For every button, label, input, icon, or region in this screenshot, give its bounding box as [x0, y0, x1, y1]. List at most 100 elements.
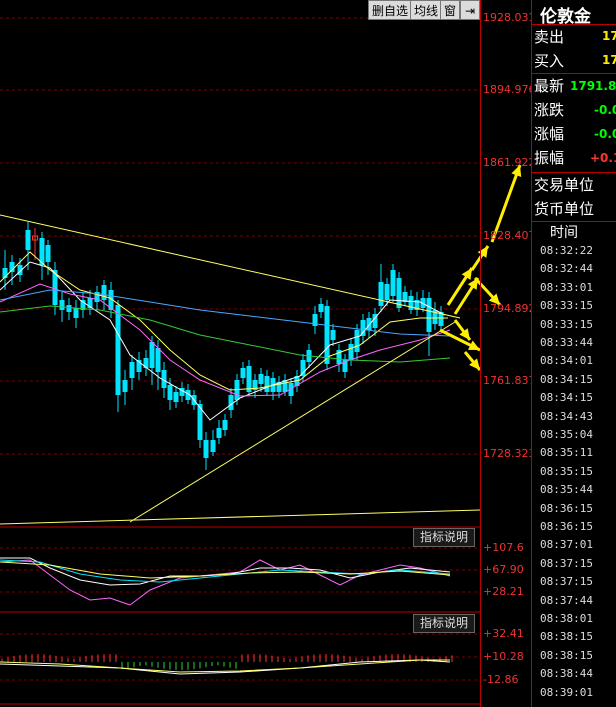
- quote-panel: 伦敦金 卖出 17 买入 17 最新 1791.8 涨跌 -0.0 涨幅 -0.…: [531, 0, 616, 707]
- indicator2-axis-label: +32.41: [483, 627, 524, 640]
- candle-body: [216, 428, 222, 438]
- change-label: 涨跌: [534, 101, 565, 119]
- candle-body: [354, 330, 360, 352]
- price-axis-label: 1794.892: [483, 302, 536, 315]
- price-axis: 1928.031 1894.976 1861.922 1828.407 1794…: [480, 0, 536, 707]
- candle-body: [25, 230, 31, 250]
- price-axis-label: 1728.323: [483, 447, 536, 460]
- tick-time: 08:32:44: [540, 262, 593, 276]
- time-header: 时间: [550, 225, 578, 241]
- candle-body: [240, 368, 246, 378]
- candle-body: [264, 376, 270, 392]
- candle-body: [390, 270, 396, 296]
- indicator2-axis-label: -12.86: [483, 673, 519, 686]
- change-value: -0.0: [594, 103, 616, 117]
- tick-time: 08:33:15: [540, 299, 593, 313]
- candle-body: [122, 380, 128, 392]
- candle-body: [360, 320, 366, 336]
- ma-line-green: [0, 305, 451, 363]
- candle-body: [384, 284, 390, 300]
- candle-body: [66, 305, 72, 312]
- change-pct-label: 涨幅: [534, 125, 565, 143]
- tick-time: 08:34:15: [540, 391, 593, 405]
- window-button[interactable]: 窗: [440, 0, 461, 20]
- candle-body: [59, 300, 65, 310]
- buy-value: 17: [602, 53, 616, 67]
- candle-body: [173, 392, 179, 402]
- delete-watchlist-button[interactable]: 删自选: [368, 0, 413, 20]
- tick-time: 08:34:01: [540, 354, 593, 368]
- indicator1-line: [0, 559, 451, 606]
- latest-label: 最新: [534, 77, 565, 95]
- candle-body: [45, 245, 51, 262]
- trade-unit-label: 交易单位: [534, 176, 595, 194]
- ma-line-white: [0, 261, 446, 421]
- tick-time: 08:36:15: [540, 520, 593, 533]
- candle-body: [203, 440, 209, 458]
- trend-line: [129, 321, 456, 523]
- tick-time: 08:34:43: [540, 409, 593, 423]
- candle-body: [366, 318, 372, 330]
- candle-body: [115, 305, 121, 395]
- price-axis-label: 1861.922: [483, 156, 536, 169]
- tick-time: 08:33:44: [540, 336, 593, 349]
- candle-body: [228, 395, 234, 410]
- tick-time: 08:37:15: [540, 556, 593, 570]
- currency-unit-label: 货币单位: [534, 200, 595, 218]
- tick-time: 08:34:15: [540, 372, 593, 386]
- tick-time: 08:38:01: [540, 612, 593, 625]
- change-pct-value: -0.0: [594, 127, 616, 141]
- tick-time: 08:37:44: [540, 593, 593, 607]
- indicator1-line: [0, 559, 451, 583]
- candle-body: [73, 308, 79, 318]
- candle-body: [426, 298, 432, 332]
- candle-body: [129, 362, 135, 378]
- tick-time: 08:39:01: [540, 685, 593, 699]
- sell-value: 17: [602, 29, 616, 43]
- candle-body: [167, 385, 173, 400]
- tick-time: 08:33:15: [540, 317, 593, 331]
- candle-body: [318, 304, 324, 312]
- sell-label: 卖出: [534, 28, 565, 46]
- indicator2-axis-label: +10.28: [483, 650, 524, 663]
- indicator1-axis-label: +107.6: [483, 541, 524, 554]
- candle-body: [348, 344, 354, 360]
- tick-time: 08:35:04: [540, 428, 593, 441]
- candle-body: [222, 420, 228, 430]
- candle-body: [149, 342, 155, 368]
- price-axis-label: 1894.976: [483, 83, 536, 96]
- indicator2-help-button[interactable]: 指标说明: [413, 614, 476, 633]
- candle-body: [210, 440, 216, 452]
- tick-time: 08:38:44: [540, 667, 593, 681]
- tick-time: 08:38:15: [540, 630, 593, 644]
- tick-time: 08:37:01: [540, 538, 593, 552]
- tick-time: 08:37:15: [540, 575, 593, 589]
- indicator1-axis-label: +67.90: [483, 563, 524, 576]
- collapse-right-icon[interactable]: ⇥: [460, 0, 480, 20]
- tick-time: 08:32:22: [540, 244, 593, 257]
- tick-time: 08:35:11: [540, 446, 593, 460]
- price-axis-label: 1928.031: [483, 11, 536, 24]
- moving-average-button[interactable]: 均线: [410, 0, 443, 20]
- amplitude-value: +0.1: [590, 151, 616, 165]
- candle-body: [246, 366, 252, 392]
- candle-body: [155, 348, 161, 372]
- candle-body: [330, 330, 336, 340]
- candle-body: [324, 306, 330, 364]
- price-axis-label: 1828.407: [483, 229, 536, 242]
- indicator1-axis-label: +28.21: [483, 585, 524, 598]
- latest-value: 1791.8: [570, 79, 616, 93]
- buy-label: 买入: [534, 52, 565, 70]
- tick-time: 08:35:44: [540, 483, 593, 497]
- indicator1-help-button[interactable]: 指标说明: [413, 528, 476, 547]
- kline-chart[interactable]: 删自选 均线 窗 ⇥ 指标说明 指标说明: [0, 0, 522, 707]
- tick-time: 08:35:15: [540, 464, 593, 478]
- tick-time: 08:33:01: [540, 280, 593, 294]
- candle-body: [258, 374, 264, 384]
- trend-line: [0, 509, 481, 525]
- tick-time: 08:36:15: [540, 501, 593, 515]
- tick-time: 08:38:15: [540, 648, 593, 662]
- candle-body: [101, 285, 107, 300]
- candle-body: [378, 282, 384, 306]
- candlestick-chart-svg[interactable]: [0, 0, 522, 707]
